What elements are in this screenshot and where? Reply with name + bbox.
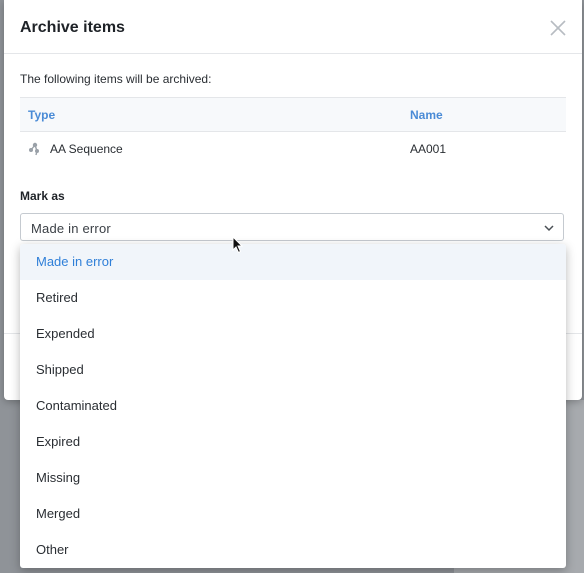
option-contaminated[interactable]: Contaminated — [20, 388, 566, 424]
option-other[interactable]: Other — [20, 532, 566, 568]
table-header-row: Type Name — [20, 97, 566, 132]
item-name: AA001 — [410, 142, 447, 156]
mark-as-select[interactable]: Made in error — [20, 213, 564, 241]
select-value: Made in error — [31, 221, 111, 236]
close-icon[interactable] — [548, 18, 568, 38]
option-retired[interactable]: Retired — [20, 280, 566, 316]
column-header-type: Type — [20, 97, 402, 132]
type-cell: AA Sequence — [20, 132, 402, 167]
option-merged[interactable]: Merged — [20, 496, 566, 532]
table-row: AA Sequence AA001 — [20, 132, 566, 167]
modal-title: Archive items — [20, 19, 125, 36]
mark-as-dropdown-menu: Made in error Retired Expended Shipped C… — [20, 244, 566, 568]
mouse-cursor-icon — [232, 236, 244, 254]
option-missing[interactable]: Missing — [20, 460, 566, 496]
option-shipped[interactable]: Shipped — [20, 352, 566, 388]
option-made-in-error[interactable]: Made in error — [20, 244, 566, 280]
archive-intro-text: The following items will be archived: — [20, 72, 212, 86]
aa-sequence-icon — [29, 142, 39, 156]
modal-header: Archive items — [4, 0, 582, 54]
items-table: Type Name AA Sequence AA001 — [20, 97, 566, 166]
item-type: AA Sequence — [50, 142, 123, 156]
option-expired[interactable]: Expired — [20, 424, 566, 460]
mark-as-label: Mark as — [20, 189, 65, 203]
column-header-name: Name — [402, 97, 566, 132]
chevron-down-icon — [544, 225, 554, 232]
option-expended[interactable]: Expended — [20, 316, 566, 352]
